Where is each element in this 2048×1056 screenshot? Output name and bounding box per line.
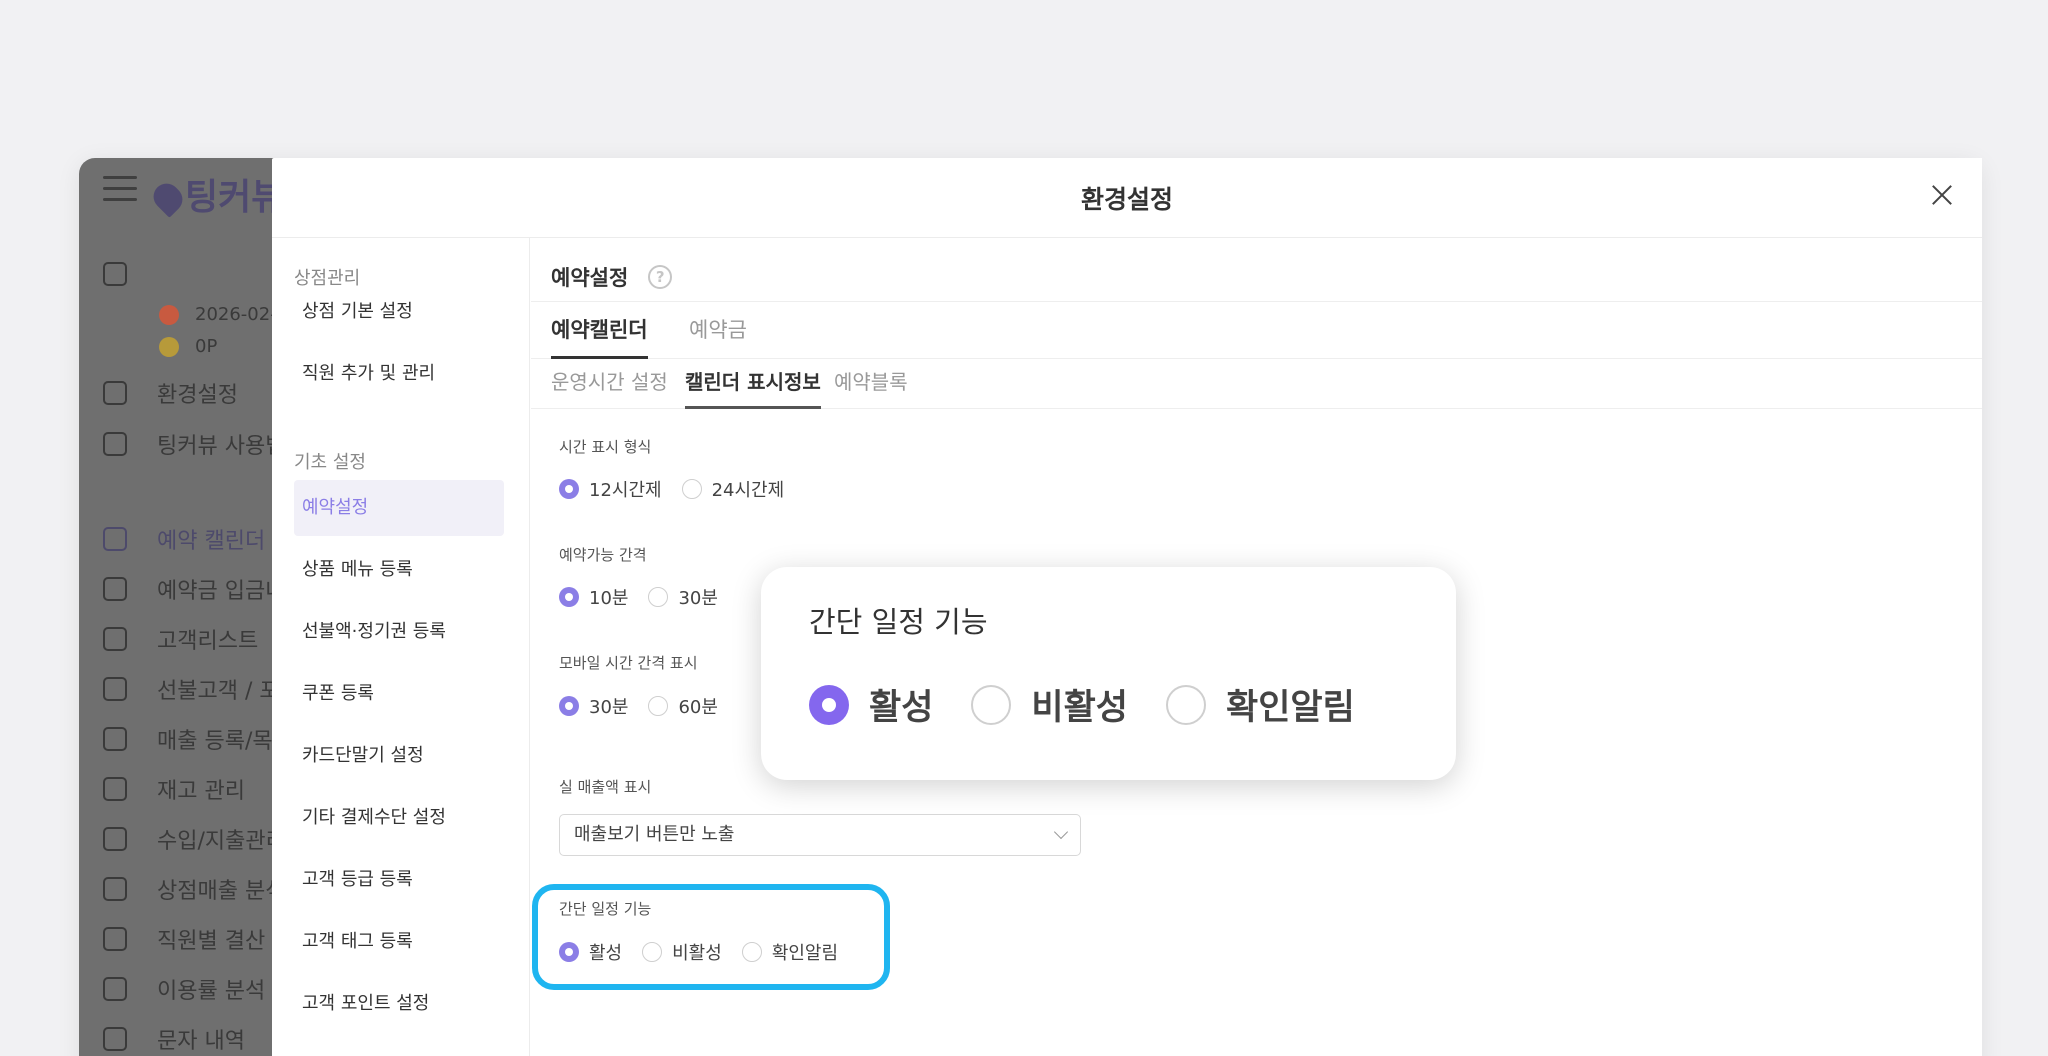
subtab-display-info[interactable]: 캘린더 표시정보 xyxy=(685,359,821,409)
sidebar-item-income[interactable]: 수입/지출관리 xyxy=(103,823,286,855)
sidebar-item-inventory[interactable]: 재고 관리 xyxy=(103,773,245,805)
nav-item-staff[interactable]: 직원 추가 및 관리 xyxy=(294,346,504,402)
modal-header: 환경설정 xyxy=(272,158,1982,238)
app-logo: 팅커뷰 xyxy=(148,168,284,220)
zoom-radio-inactive[interactable]: 비활성 xyxy=(971,679,1128,730)
nav-item-reservation[interactable]: 예약설정 xyxy=(294,480,504,536)
hamburger-menu-icon[interactable] xyxy=(103,176,137,202)
radio-30min-circle[interactable] xyxy=(648,587,669,607)
interval-label: 예약가능 간격 xyxy=(559,546,647,564)
points-icon xyxy=(159,336,179,357)
radio-30min[interactable]: 30분 xyxy=(648,584,718,610)
radio-10min-circle[interactable] xyxy=(559,587,579,607)
chevron-down-icon xyxy=(1053,824,1069,840)
sub-date: 2026-02- xyxy=(159,304,277,325)
nav-group-basic: 기초 설정 xyxy=(294,452,366,473)
mail-icon xyxy=(103,1027,127,1051)
radio-12h-circle[interactable] xyxy=(559,479,579,499)
subtab-hours[interactable]: 운영시간 설정 xyxy=(551,359,668,409)
interval-radios: 10분 30분 xyxy=(559,584,738,610)
subtab-block[interactable]: 예약블록 xyxy=(834,359,908,409)
zoom-radio-confirm-circle[interactable] xyxy=(1166,684,1207,725)
zoom-radio-active[interactable]: 활성 xyxy=(809,679,933,730)
radio-10min[interactable]: 10분 xyxy=(559,584,628,610)
time-format-label: 시간 표시 형식 xyxy=(559,438,652,456)
sub-tabs: 운영시간 설정 캘린더 표시정보 예약블록 xyxy=(531,359,1982,409)
radio-mobile-30[interactable]: 30분 xyxy=(559,693,628,719)
zoom-radio-active-circle[interactable] xyxy=(809,684,849,725)
file-upload-icon xyxy=(103,727,127,751)
sales-display-label: 실 매출액 표시 xyxy=(559,778,652,796)
zoom-popup: 간단 일정 기능 활성 비활성 확인알림 xyxy=(761,567,1456,780)
section-title-text: 예약설정 xyxy=(551,266,629,290)
highlight-outline xyxy=(532,884,890,990)
tab-deposit[interactable]: 예약금 xyxy=(689,302,747,359)
sub-points: 0P xyxy=(159,336,217,357)
nav-item-store-basic[interactable]: 상점 기본 설정 xyxy=(294,284,504,340)
zoom-popup-radios: 활성 비활성 확인알림 xyxy=(809,679,1393,730)
sidebar-item-deposit[interactable]: 예약금 입금내 xyxy=(103,573,285,605)
tab-calendar[interactable]: 예약캘린더 xyxy=(551,302,648,359)
nav-item-product-menu[interactable]: 상품 메뉴 등록 xyxy=(294,542,504,598)
background-sidebar: 팅커뷰 2026-02- 0P 환경설정 팅커뷰 사용법 예약 캘린더 예약금 … xyxy=(79,158,299,1056)
modal-title: 환경설정 xyxy=(1080,185,1173,214)
document-icon xyxy=(103,627,127,651)
settings-nav: 상점관리 상점 기본 설정 직원 추가 및 관리 기초 설정 예약설정 상품 메… xyxy=(272,238,530,1056)
box-icon xyxy=(103,777,127,801)
nav-item-other-payment[interactable]: 기타 결제수단 설정 xyxy=(294,790,504,846)
sidebar-item-sales[interactable]: 매출 등록/목록 xyxy=(103,723,293,755)
radio-mobile-30-circle[interactable] xyxy=(559,696,579,716)
date-icon xyxy=(159,304,179,325)
dollar-icon xyxy=(103,927,127,951)
main-tabs: 예약캘린더 예약금 xyxy=(531,301,1982,359)
sidebar-item-guide[interactable]: 팅커뷰 사용법 xyxy=(103,428,285,460)
radio-24h[interactable]: 24시간제 xyxy=(681,476,784,502)
pie-chart-icon xyxy=(103,977,127,1001)
bar-chart-icon xyxy=(103,877,127,901)
mobile-interval-radios: 30분 60분 xyxy=(559,693,738,719)
time-format-radios: 12시간제 24시간제 xyxy=(559,476,804,502)
gear-icon xyxy=(103,381,127,405)
sidebar-item-staff[interactable]: 직원별 결산 xyxy=(103,923,265,955)
nav-item-coupon[interactable]: 쿠폰 등록 xyxy=(294,666,504,722)
mobile-interval-label: 모바일 시간 간격 표시 xyxy=(559,654,698,672)
close-icon[interactable] xyxy=(1926,180,1958,212)
radio-mobile-60[interactable]: 60분 xyxy=(648,693,718,719)
sidebar-item-sms[interactable]: 문자 내역 xyxy=(103,1023,245,1055)
radio-mobile-60-circle[interactable] xyxy=(648,696,669,716)
logo-pin-icon xyxy=(148,178,188,218)
zoom-radio-confirm[interactable]: 확인알림 xyxy=(1166,679,1355,730)
database-icon xyxy=(103,677,127,701)
award-icon xyxy=(103,432,127,456)
radio-12h[interactable]: 12시간제 xyxy=(559,476,662,502)
sidebar-item-calendar[interactable]: 예약 캘린더 xyxy=(103,523,265,555)
home-icon xyxy=(103,262,127,286)
calendar-icon xyxy=(103,527,127,551)
sidebar-item-customers[interactable]: 고객리스트 xyxy=(103,623,258,655)
radio-24h-circle[interactable] xyxy=(681,479,702,499)
zoom-popup-title: 간단 일정 기능 xyxy=(809,605,988,639)
sidebar-item-store-analysis[interactable]: 상점매출 분석 xyxy=(103,873,285,905)
nav-item-customer-tag[interactable]: 고객 태그 등록 xyxy=(294,914,504,970)
sidebar-item-prepaid[interactable]: 선불고객 / 포 xyxy=(103,673,280,705)
nav-item-customer-point[interactable]: 고객 포인트 설정 xyxy=(294,976,504,1032)
nav-item-prepaid[interactable]: 선불액·정기권 등록 xyxy=(294,604,504,660)
help-icon[interactable]: ? xyxy=(648,265,673,289)
screen-frame: 팅커뷰 2026-02- 0P 환경설정 팅커뷰 사용법 예약 캘린더 예약금 … xyxy=(0,0,2048,1056)
sales-display-select[interactable]: 매출보기 버튼만 노출 xyxy=(559,814,1081,856)
dollar-circle-icon xyxy=(103,577,127,601)
section-title: 예약설정 ? xyxy=(551,262,673,292)
sidebar-item-settings[interactable]: 환경설정 xyxy=(103,377,238,409)
card-icon xyxy=(103,827,127,851)
nav-item-customer-grade[interactable]: 고객 등급 등록 xyxy=(294,852,504,908)
home-icon-item[interactable] xyxy=(103,262,157,286)
sidebar-item-usage[interactable]: 이용률 분석 xyxy=(103,973,265,1005)
nav-item-card-terminal[interactable]: 카드단말기 설정 xyxy=(294,728,504,784)
zoom-radio-inactive-circle[interactable] xyxy=(971,684,1012,725)
